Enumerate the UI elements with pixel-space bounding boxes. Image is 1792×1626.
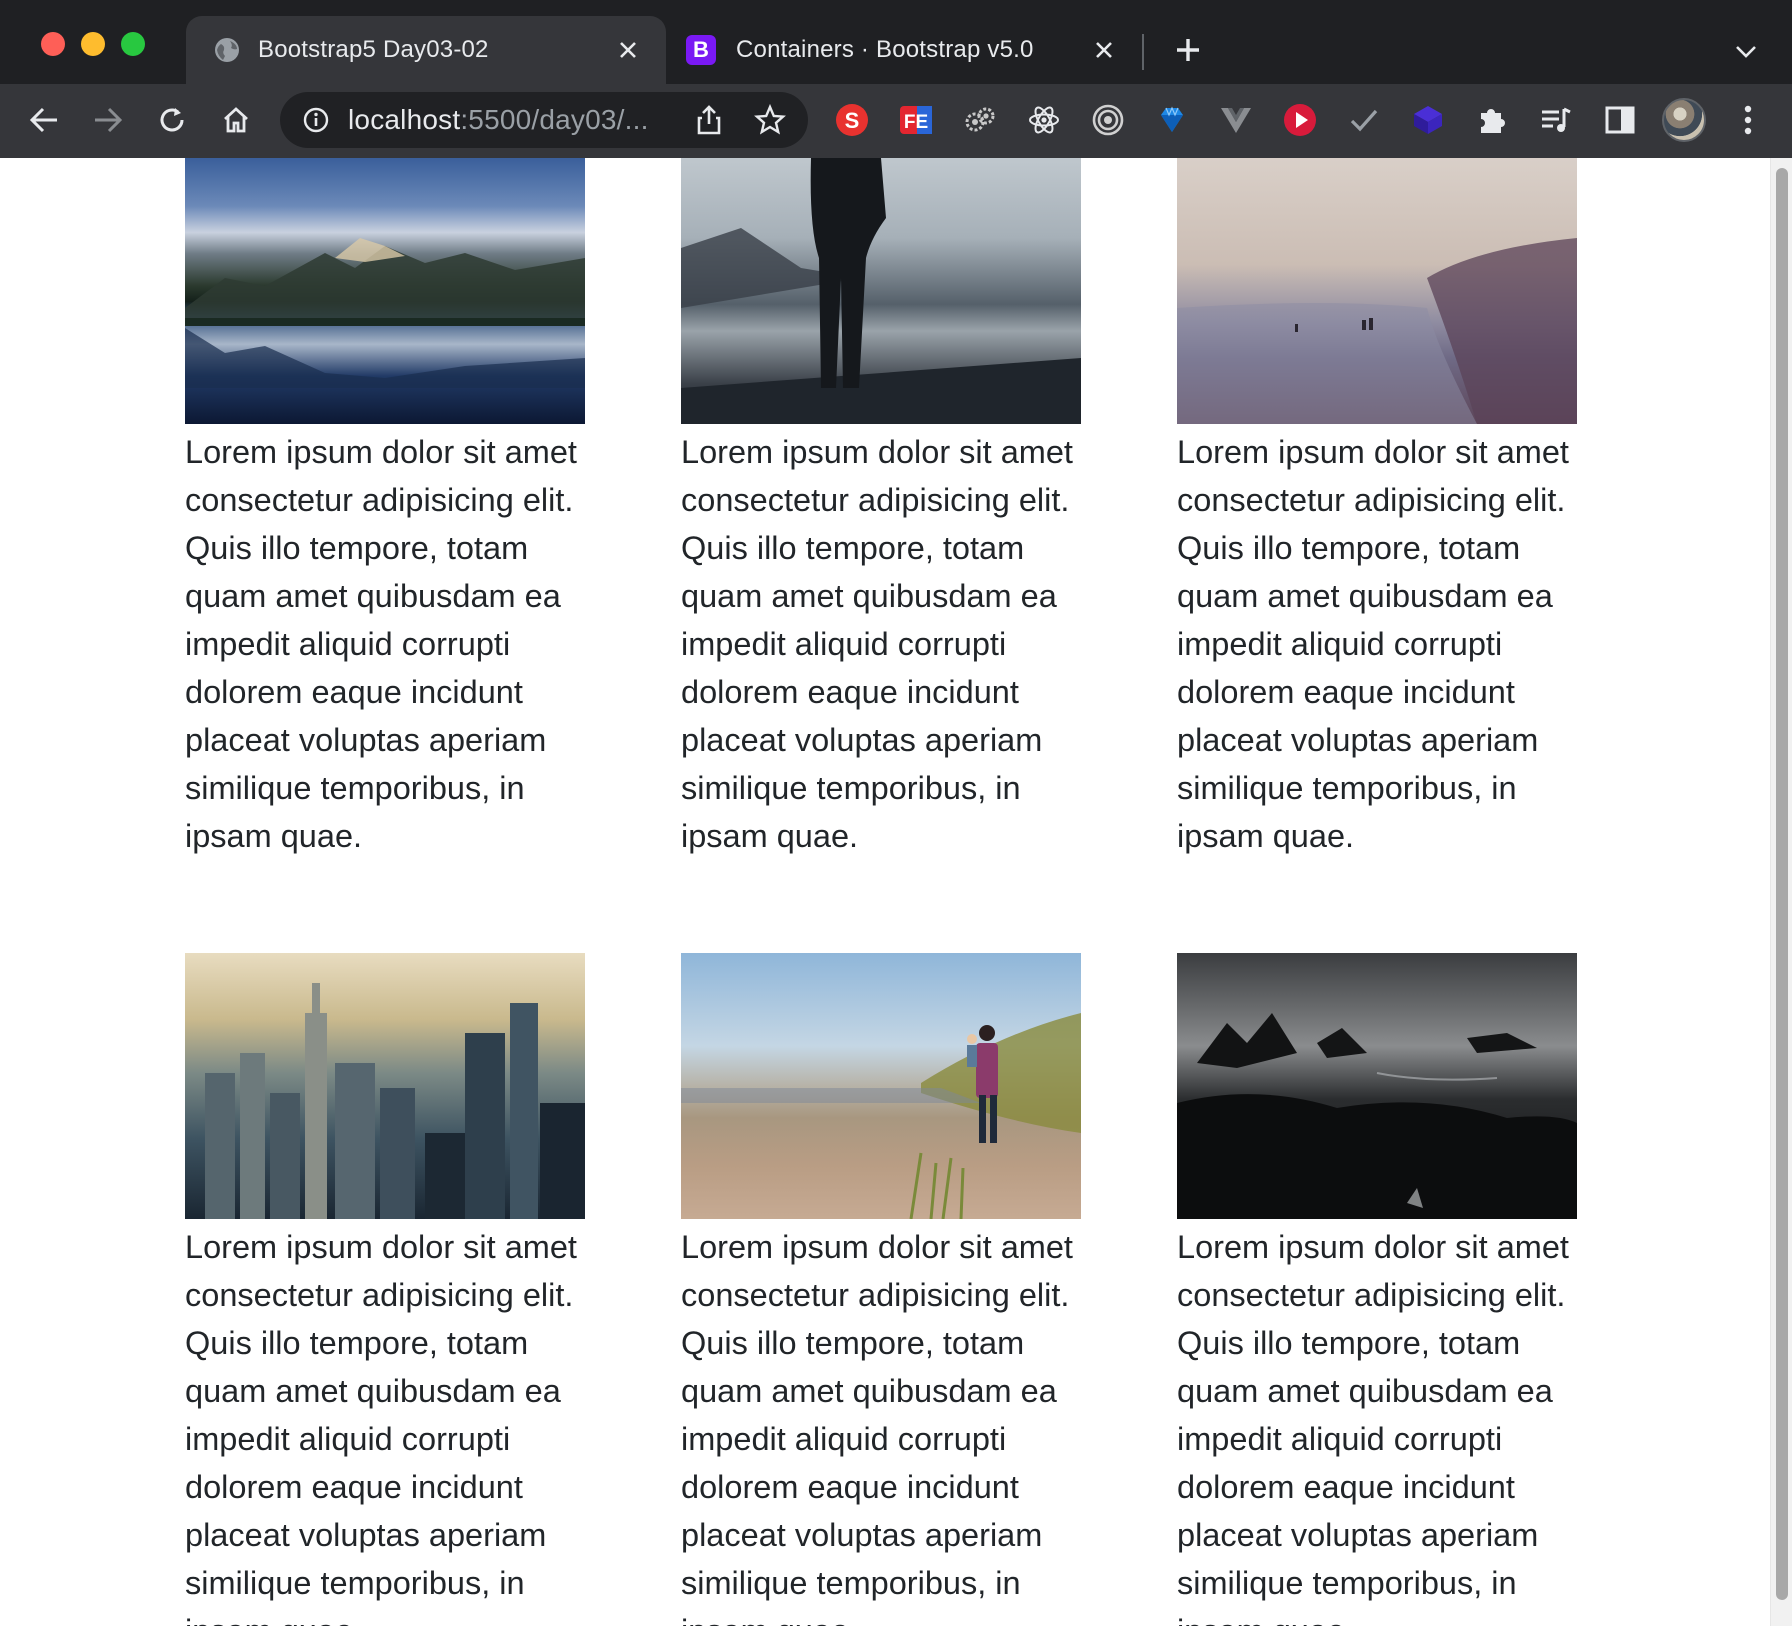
page-viewport: Lorem ipsum dolor sit amet consectetur a… (0, 158, 1792, 1626)
extensions-puzzle-icon[interactable] (1474, 102, 1510, 138)
tab-strip: Bootstrap5 Day03-02 B Containers · Boots… (0, 0, 1792, 84)
home-icon[interactable] (216, 100, 256, 140)
forward-arrow-icon[interactable] (88, 100, 128, 140)
father-child-beach-photo (681, 953, 1081, 1219)
globe-icon (212, 35, 242, 65)
svg-text:S: S (845, 108, 860, 133)
card-6: Lorem ipsum dolor sit amet consectetur a… (1177, 953, 1577, 1626)
cube-extension-icon[interactable] (1410, 102, 1446, 138)
back-arrow-icon[interactable] (24, 100, 64, 140)
site-info-icon[interactable] (302, 106, 330, 134)
diamond-extension-icon[interactable] (1154, 102, 1190, 138)
bookmark-star-icon[interactable] (754, 103, 786, 136)
s-extension-icon[interactable]: S (834, 102, 870, 138)
svg-text:FE: FE (904, 112, 928, 133)
browser-toolbar: localhost:5500/day03/... S FE 5 (0, 84, 1792, 231)
new-tab-button[interactable] (1170, 32, 1206, 68)
url-path: :5500/day03/... (460, 104, 649, 135)
media-queue-icon[interactable] (1538, 102, 1574, 138)
card-4: Lorem ipsum dolor sit amet consectetur a… (185, 953, 585, 1626)
bootstrap-icon: B (686, 35, 716, 65)
card-text: Lorem ipsum dolor sit amet consectetur a… (681, 1229, 1073, 1626)
rocky-shore-photo (1177, 953, 1577, 1219)
man-on-pier-photo (681, 158, 1081, 424)
card-text: Lorem ipsum dolor sit amet consectetur a… (681, 434, 1073, 854)
mountain-lake-photo (185, 158, 585, 424)
card-text: Lorem ipsum dolor sit amet consectetur a… (1177, 1229, 1569, 1626)
city-skyline-photo (185, 953, 585, 1219)
card-5: Lorem ipsum dolor sit amet consectetur a… (681, 953, 1081, 1626)
tab-title: Bootstrap5 Day03-02 (258, 36, 489, 63)
card-3: Lorem ipsum dolor sit amet consectetur a… (1177, 158, 1577, 860)
scrollbar-thumb[interactable] (1776, 168, 1788, 1600)
checkmark-extension-icon[interactable] (1346, 102, 1382, 138)
card-2: Lorem ipsum dolor sit amet consectetur a… (681, 158, 1081, 860)
close-tab-icon[interactable] (1092, 38, 1116, 62)
misty-beach-photo (1177, 158, 1577, 424)
target-extension-icon[interactable] (1090, 102, 1126, 138)
close-tab-icon[interactable] (616, 38, 640, 62)
card-text: Lorem ipsum dolor sit amet consectetur a… (185, 434, 577, 854)
share-icon[interactable] (694, 104, 726, 136)
vue-devtools-icon[interactable] (1218, 102, 1254, 138)
close-window-button[interactable] (41, 32, 65, 56)
maximize-window-button[interactable] (121, 32, 145, 56)
card-1: Lorem ipsum dolor sit amet consectetur a… (185, 158, 585, 860)
play-extension-icon[interactable] (1282, 102, 1318, 138)
vertical-scrollbar[interactable] (1770, 158, 1792, 1626)
tab-search-chevron-down-icon[interactable] (1730, 36, 1762, 68)
url-host: localhost (348, 104, 461, 135)
side-panel-icon[interactable] (1602, 102, 1638, 138)
card-text: Lorem ipsum dolor sit amet consectetur a… (185, 1229, 577, 1626)
profile-avatar[interactable] (1662, 98, 1706, 142)
tab-divider (1142, 34, 1144, 70)
kebab-menu-icon[interactable] (1730, 102, 1766, 138)
address-bar[interactable]: localhost:5500/day03/... (280, 92, 808, 148)
fe-helper-extension-icon[interactable]: FE (898, 102, 934, 138)
gears-extension-icon[interactable] (962, 102, 998, 138)
url-text[interactable]: localhost:5500/day03/... (348, 104, 649, 136)
card-text: Lorem ipsum dolor sit amet consectetur a… (1177, 434, 1569, 854)
tab-bootstrap5-day03[interactable]: Bootstrap5 Day03-02 (186, 16, 666, 84)
bootstrap-logo: B (686, 35, 716, 65)
tab-title: Containers · Bootstrap v5.0 (736, 36, 1034, 63)
tab-containers-bootstrap[interactable]: B Containers · Bootstrap v5.0 (672, 16, 1142, 84)
minimize-window-button[interactable] (81, 32, 105, 56)
reload-icon[interactable] (152, 100, 192, 140)
react-devtools-icon[interactable] (1026, 102, 1062, 138)
